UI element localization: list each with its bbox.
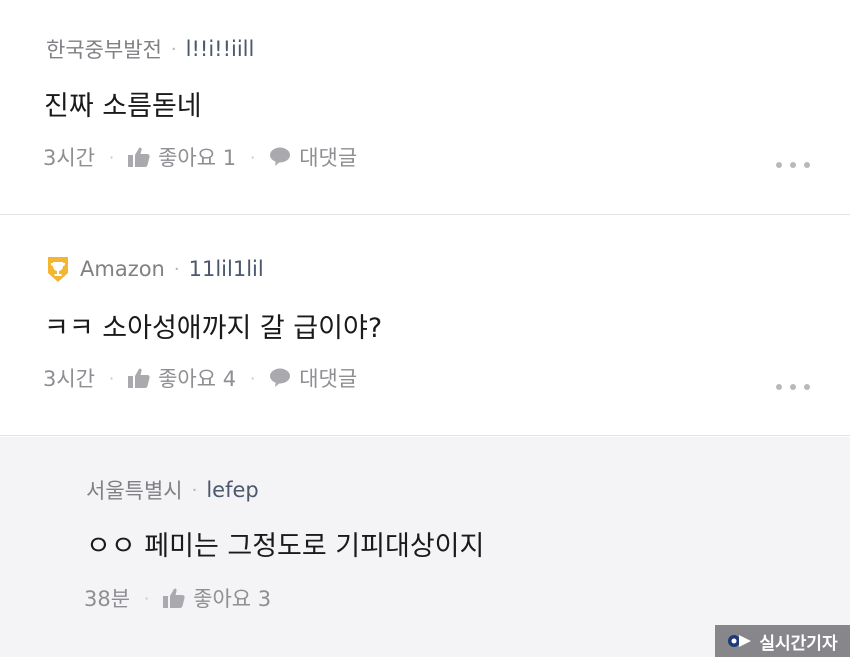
comment-time: 3시간 — [43, 146, 96, 170]
like-label: 좋아요 1 — [158, 146, 237, 170]
author-name[interactable]: Amazon — [80, 257, 165, 281]
user-id[interactable]: l!!i!!iill — [186, 37, 255, 61]
watermark: 실시간기자 — [715, 625, 850, 657]
separator-dot: · — [170, 38, 177, 60]
more-dot — [804, 384, 810, 390]
comment-item: 한국중부발전 · l!!i!!iill 진짜 소름돋네 3시간 · 좋아요 1 … — [0, 0, 850, 215]
comment-footer: 3시간 · 좋아요 1 · 대댓글 — [43, 142, 357, 172]
reply-text: ㅇㅇ 페미는 그정도로 기피대상이지 — [86, 531, 485, 562]
like-button[interactable]: 좋아요 1 — [128, 142, 236, 172]
comment-time: 3시간 — [43, 367, 96, 391]
like-button[interactable]: 좋아요 4 — [128, 363, 236, 393]
more-dot — [790, 384, 796, 390]
more-dot — [776, 384, 782, 390]
like-label: 좋아요 4 — [158, 367, 237, 391]
comment-meta: 한국중부발전 · l!!i!!iill — [46, 34, 254, 64]
comment-footer: 3시간 · 좋아요 4 · 대댓글 — [43, 363, 357, 393]
separator-dot: · — [250, 147, 256, 167]
thumbs-up-icon — [128, 147, 150, 167]
comment-meta: Amazon · 11lil1lil — [46, 254, 264, 284]
reply-label: 대댓글 — [299, 146, 358, 170]
comment-item: Amazon · 11lil1lil ㅋㅋ 소아성애까지 갈 급이야? 3시간 … — [0, 216, 850, 436]
thumbs-up-icon — [163, 588, 185, 608]
reply-item: 서울특별시 · lefep ㅇㅇ 페미는 그정도로 기피대상이지 38분 · 좋… — [0, 437, 850, 657]
comment-text: 진짜 소름돋네 — [44, 91, 202, 122]
comment-text: ㅋㅋ 소아성애까지 갈 급이야? — [44, 313, 383, 344]
speech-bubble-icon — [270, 147, 291, 166]
thumbs-up-icon — [128, 368, 150, 388]
like-button[interactable]: 좋아요 3 — [163, 583, 271, 613]
reply-label: 대댓글 — [299, 367, 358, 391]
reply-button[interactable]: 대댓글 — [269, 363, 357, 393]
reply-meta: 서울특별시 · lefep — [86, 475, 259, 505]
user-id[interactable]: 11lil1lil — [189, 257, 264, 281]
author-name[interactable]: 서울특별시 — [86, 475, 183, 505]
more-dot — [790, 162, 796, 168]
speech-bubble-icon — [270, 368, 291, 387]
more-dot — [776, 162, 782, 168]
watermark-logo-icon — [728, 635, 752, 647]
watermark-text: 실시간기자 — [759, 633, 838, 654]
like-label: 좋아요 3 — [193, 587, 272, 611]
separator-dot: · — [173, 258, 180, 280]
separator-dot: · — [144, 588, 150, 608]
more-options-icon[interactable] — [776, 382, 810, 392]
reply-button[interactable]: 대댓글 — [269, 142, 357, 172]
comment-list: 한국중부발전 · l!!i!!iill 진짜 소름돋네 3시간 · 좋아요 1 … — [0, 0, 850, 657]
separator-dot: · — [191, 479, 198, 501]
trophy-badge-icon — [48, 256, 68, 282]
author-name[interactable]: 한국중부발전 — [46, 34, 162, 64]
separator-dot: · — [109, 147, 115, 167]
more-options-icon[interactable] — [776, 160, 810, 170]
separator-dot: · — [109, 368, 115, 388]
separator-dot: · — [250, 368, 256, 388]
reply-footer: 38분 · 좋아요 3 — [84, 583, 271, 613]
more-dot — [804, 162, 810, 168]
user-id[interactable]: lefep — [206, 478, 258, 502]
reply-time: 38분 — [84, 587, 131, 611]
